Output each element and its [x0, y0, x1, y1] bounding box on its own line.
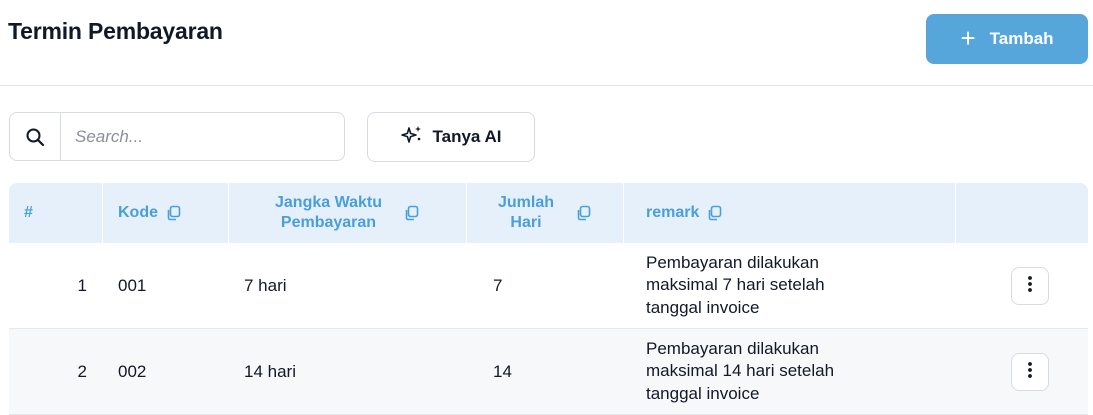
table-header: # Kode Jangka Waktu Pembayaran Jumlah Ha… [9, 183, 1088, 243]
row-menu-button[interactable] [1010, 266, 1049, 305]
plus-icon: + [960, 23, 976, 53]
cell-kode: 001 [118, 275, 147, 295]
ask-ai-label: Tanya AI [432, 127, 502, 146]
row-menu-button[interactable] [1010, 352, 1049, 391]
table-row[interactable]: 2 002 14 hari 14 Pembayaran dilakukan ma… [9, 329, 1088, 415]
column-header-jumlah-hari[interactable]: Jumlah Hari [467, 183, 624, 243]
page-header: Termin Pembayaran + Tambah [0, 0, 1093, 86]
column-label-line: Jumlah [497, 194, 554, 211]
cell-remark: Pembayaran dilakukan maksimal 14 hari se… [646, 339, 835, 403]
column-label-remark: remark [646, 204, 700, 221]
copy-icon[interactable] [404, 205, 420, 221]
column-header-jangka-waktu[interactable]: Jangka Waktu Pembayaran [229, 183, 467, 243]
cell-remark: Pembayaran dilakukan maksimal 7 hari set… [646, 253, 825, 317]
sparkle-icon [400, 125, 423, 150]
payment-terms-table: # Kode Jangka Waktu Pembayaran Jumlah Ha… [9, 183, 1088, 415]
page-title: Termin Pembayaran [8, 18, 223, 44]
cell-jangka-waktu: 7 hari [244, 275, 287, 295]
column-header-remark[interactable]: remark [624, 183, 956, 243]
cell-index: 1 [77, 275, 87, 295]
page: Termin Pembayaran + Tambah Tanya AI [0, 0, 1093, 415]
cell-actions [956, 329, 1088, 414]
column-label-line: Pembayaran [280, 214, 377, 231]
column-header-index: # [9, 183, 103, 243]
add-button[interactable]: + Tambah [926, 14, 1088, 64]
column-label-kode: Kode [118, 204, 158, 221]
column-label-line: Hari [510, 214, 542, 231]
cell-kode: 002 [118, 361, 147, 381]
more-vertical-icon [1027, 361, 1033, 382]
add-button-label: Tambah [989, 29, 1054, 48]
column-header-kode[interactable]: Kode [103, 183, 229, 243]
search-box[interactable] [9, 112, 345, 161]
copy-icon[interactable] [576, 205, 592, 221]
more-vertical-icon [1027, 275, 1033, 296]
ask-ai-button[interactable]: Tanya AI [367, 112, 535, 162]
column-label-line: Jangka Waktu [275, 194, 382, 211]
cell-jumlah-hari: 7 [493, 275, 503, 295]
cell-actions [956, 243, 1088, 328]
column-header-actions [956, 183, 1088, 243]
table-row[interactable]: 1 001 7 hari 7 Pembayaran dilakukan maks… [9, 243, 1088, 329]
cell-jumlah-hari: 14 [493, 361, 512, 381]
search-input[interactable] [61, 113, 344, 160]
cell-jangka-waktu: 14 hari [244, 361, 296, 381]
search-icon [10, 113, 61, 160]
copy-icon[interactable] [707, 205, 723, 221]
column-label-jangka-waktu: Jangka Waktu Pembayaran [275, 193, 382, 233]
column-label-index: # [24, 204, 33, 221]
column-label-jumlah-hari: Jumlah Hari [498, 193, 554, 233]
copy-icon[interactable] [166, 205, 182, 221]
cell-index: 2 [77, 361, 87, 381]
